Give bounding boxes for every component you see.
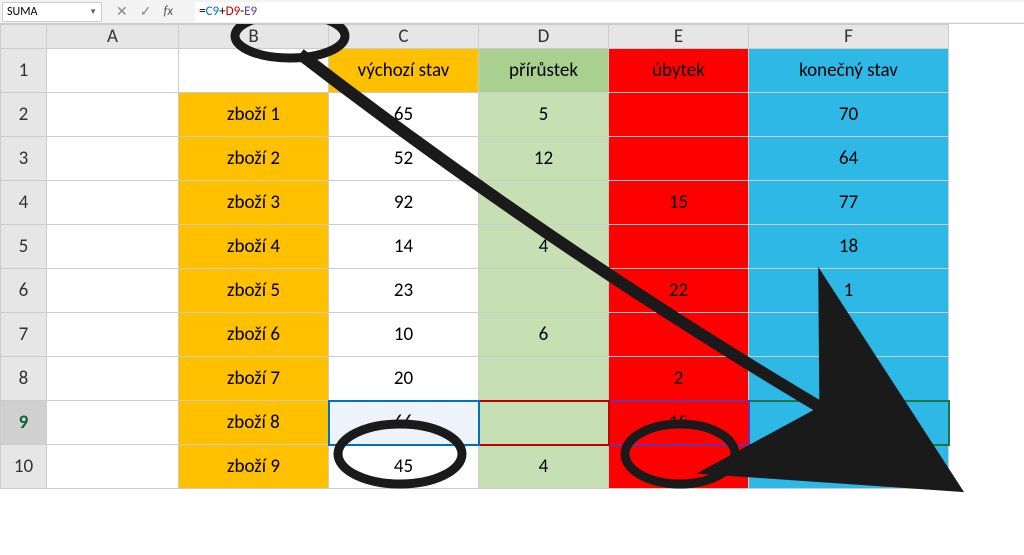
cell-E6[interactable]: 22 xyxy=(609,269,749,313)
cell-F2[interactable]: 70 xyxy=(749,93,949,137)
row-header-3[interactable]: 3 xyxy=(1,137,47,181)
cancel-icon[interactable]: ✕ xyxy=(116,3,128,20)
row-header-4[interactable]: 4 xyxy=(1,181,47,225)
cell-A8[interactable] xyxy=(47,357,179,401)
formula-bar-buttons: ✕ ✓ fx xyxy=(102,3,195,20)
cell-F7[interactable]: 16 xyxy=(749,313,949,357)
cell-F1[interactable]: konečný stav xyxy=(749,49,949,93)
row-header-9[interactable]: 9 xyxy=(1,401,47,445)
cell-C10[interactable]: 45 xyxy=(329,445,479,489)
cell-C3[interactable]: 52 xyxy=(329,137,479,181)
row-header-1[interactable]: 1 xyxy=(1,49,47,93)
cell-C7[interactable]: 10 xyxy=(329,313,479,357)
cell-A1[interactable] xyxy=(47,49,179,93)
cell-F10[interactable]: 49 xyxy=(749,445,949,489)
cell-B5[interactable]: zboží 4 xyxy=(179,225,329,269)
cell-C1[interactable]: výchozí stav xyxy=(329,49,479,93)
cell-E9[interactable]: 15 xyxy=(609,401,749,445)
cell-B4[interactable]: zboží 3 xyxy=(179,181,329,225)
formula-ref-c9: C9 xyxy=(206,4,220,19)
col-header-D[interactable]: D xyxy=(479,25,609,49)
col-header-F[interactable]: F xyxy=(749,25,949,49)
col-header-C[interactable]: C xyxy=(329,25,479,49)
cell-F3[interactable]: 64 xyxy=(749,137,949,181)
cell-E5[interactable] xyxy=(609,225,749,269)
cell-C5[interactable]: 14 xyxy=(329,225,479,269)
cell-A10[interactable] xyxy=(47,445,179,489)
cell-A4[interactable] xyxy=(47,181,179,225)
fx-label[interactable]: fx xyxy=(163,4,173,19)
col-header-A[interactable]: A xyxy=(47,25,179,49)
cell-F9[interactable]: =C9+D9-E9 xyxy=(749,401,949,445)
cell-D3[interactable]: 12 xyxy=(479,137,609,181)
cell-D2[interactable]: 5 xyxy=(479,93,609,137)
cell-C8[interactable]: 20 xyxy=(329,357,479,401)
cell-E8[interactable]: 2 xyxy=(609,357,749,401)
cell-C6[interactable]: 23 xyxy=(329,269,479,313)
cell-D7[interactable]: 6 xyxy=(479,313,609,357)
select-all-corner[interactable] xyxy=(1,25,47,49)
cell-B6[interactable]: zboží 5 xyxy=(179,269,329,313)
spreadsheet-grid[interactable]: A B C D E F 1 výchozí stav přírůstek úby… xyxy=(0,24,950,489)
cell-E1[interactable]: úbytek xyxy=(609,49,749,93)
cell-A5[interactable] xyxy=(47,225,179,269)
cell-B7[interactable]: zboží 6 xyxy=(179,313,329,357)
cell-F6[interactable]: 1 xyxy=(749,269,949,313)
cell-E10[interactable] xyxy=(609,445,749,489)
cell-A9[interactable] xyxy=(47,401,179,445)
cell-A6[interactable] xyxy=(47,269,179,313)
cell-D4[interactable] xyxy=(479,181,609,225)
formula-bar: SUMA ▼ ✕ ✓ fx =C9+D9-E9 xyxy=(0,0,1024,24)
cell-B9[interactable]: zboží 8 xyxy=(179,401,329,445)
cell-C4[interactable]: 92 xyxy=(329,181,479,225)
name-box[interactable]: SUMA ▼ xyxy=(2,2,102,22)
row-header-7[interactable]: 7 xyxy=(1,313,47,357)
cell-B8[interactable]: zboží 7 xyxy=(179,357,329,401)
cell-F4[interactable]: 77 xyxy=(749,181,949,225)
row-header-2[interactable]: 2 xyxy=(1,93,47,137)
cell-D9[interactable] xyxy=(479,401,609,445)
formula-ref-d9: D9 xyxy=(226,4,241,19)
cell-E4[interactable]: 15 xyxy=(609,181,749,225)
cell-D8[interactable] xyxy=(479,357,609,401)
cell-B1[interactable] xyxy=(179,49,329,93)
row-header-10[interactable]: 10 xyxy=(1,445,47,489)
cell-F8[interactable]: 18 xyxy=(749,357,949,401)
cell-B3[interactable]: zboží 2 xyxy=(179,137,329,181)
cell-F5[interactable]: 18 xyxy=(749,225,949,269)
col-header-B[interactable]: B xyxy=(179,25,329,49)
confirm-icon[interactable]: ✓ xyxy=(140,3,152,20)
cell-D1[interactable]: přírůstek xyxy=(479,49,609,93)
cell-E7[interactable] xyxy=(609,313,749,357)
cell-B2[interactable]: zboží 1 xyxy=(179,93,329,137)
formula-ref-e9: E9 xyxy=(244,4,257,19)
chevron-down-icon[interactable]: ▼ xyxy=(89,7,97,17)
cell-D6[interactable] xyxy=(479,269,609,313)
col-header-E[interactable]: E xyxy=(609,25,749,49)
cell-C2[interactable]: 65 xyxy=(329,93,479,137)
cell-A7[interactable] xyxy=(47,313,179,357)
cell-C9[interactable]: 66 xyxy=(329,401,479,445)
cell-D10[interactable]: 4 xyxy=(479,445,609,489)
row-header-8[interactable]: 8 xyxy=(1,357,47,401)
cell-B10[interactable]: zboží 9 xyxy=(179,445,329,489)
cell-A2[interactable] xyxy=(47,93,179,137)
row-header-6[interactable]: 6 xyxy=(1,269,47,313)
cell-E3[interactable] xyxy=(609,137,749,181)
name-box-text: SUMA xyxy=(7,5,37,19)
cell-E2[interactable] xyxy=(609,93,749,137)
formula-input[interactable]: =C9+D9-E9 xyxy=(195,2,1024,22)
cell-A3[interactable] xyxy=(47,137,179,181)
cell-D5[interactable]: 4 xyxy=(479,225,609,269)
row-header-5[interactable]: 5 xyxy=(1,225,47,269)
